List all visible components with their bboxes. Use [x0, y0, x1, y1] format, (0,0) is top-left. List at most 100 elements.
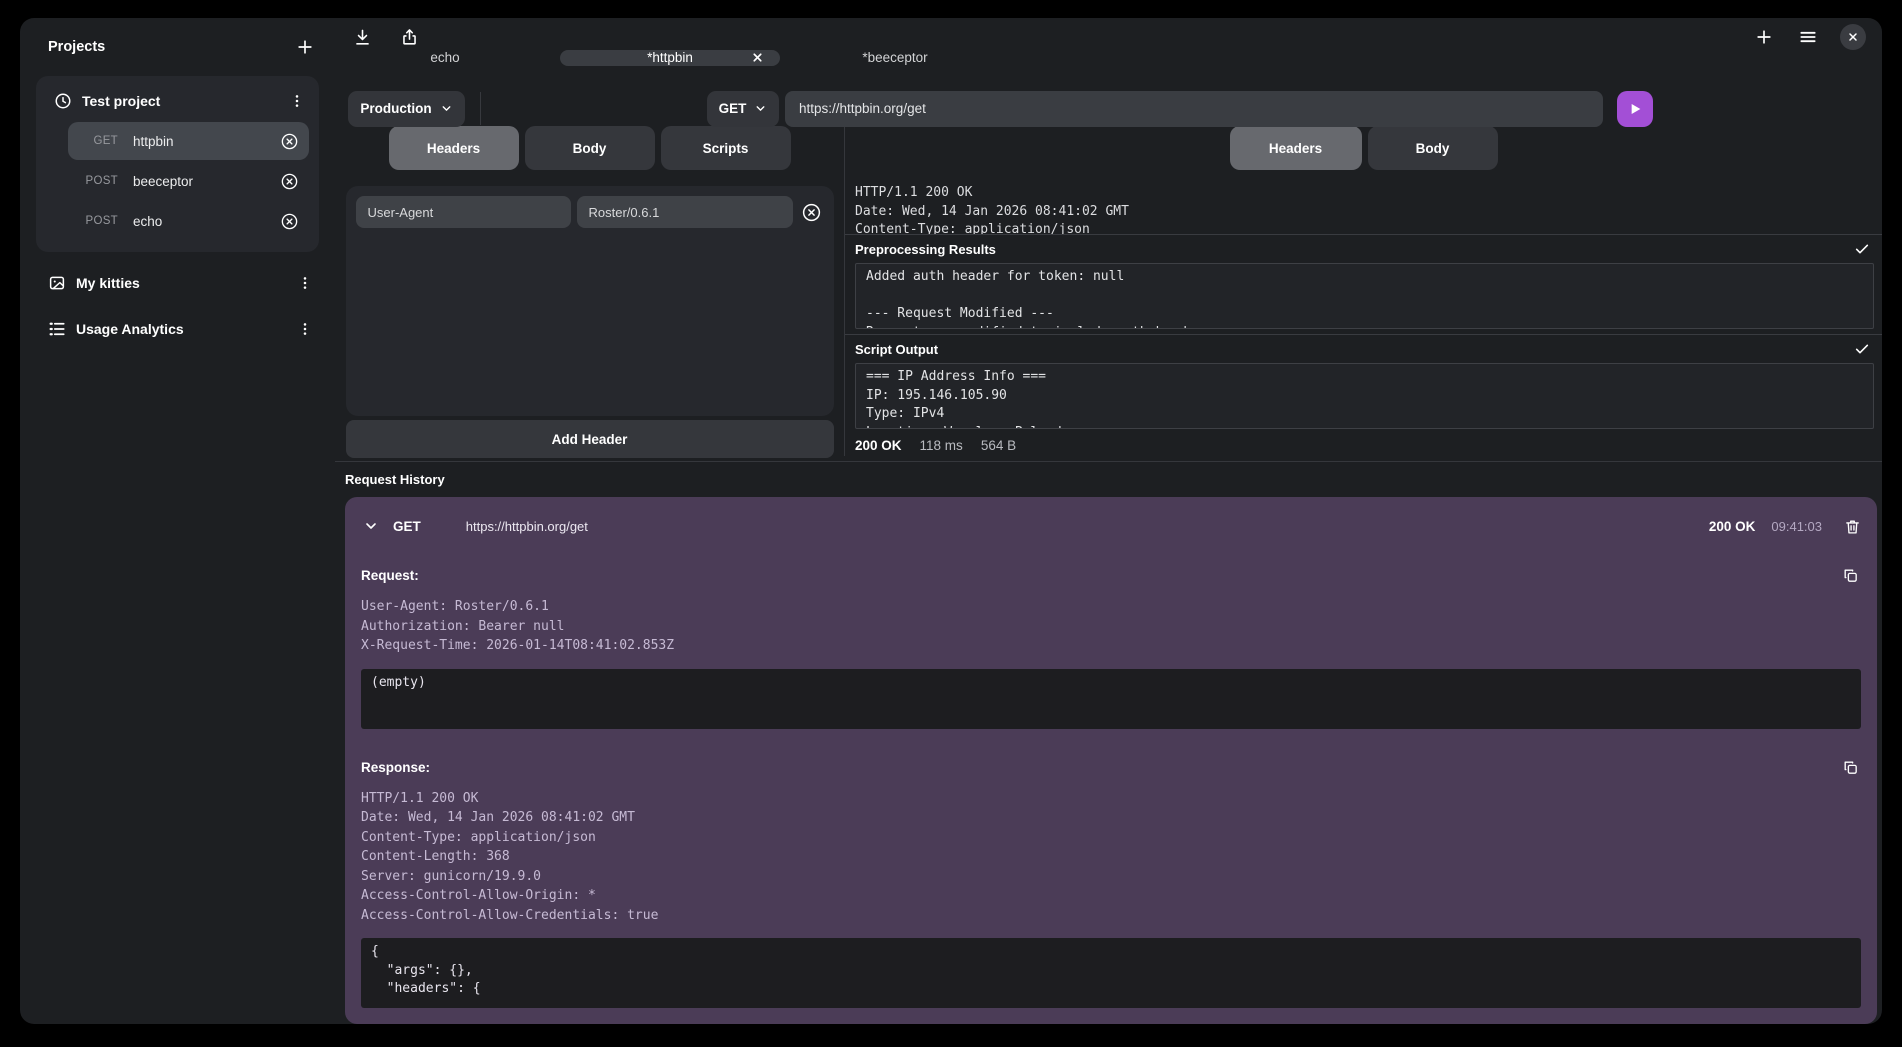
status-size: 564 B: [981, 438, 1016, 453]
send-request-button[interactable]: [1617, 91, 1653, 127]
export-button[interactable]: [398, 26, 421, 49]
request-name: beeceptor: [133, 174, 193, 189]
project-row-usage-analytics[interactable]: Usage Analytics: [36, 314, 319, 344]
delete-request-button[interactable]: [278, 170, 301, 193]
header-key-input[interactable]: [356, 196, 571, 228]
request-label: Request:: [361, 568, 419, 583]
editor-response-columns: Headers Body Scripts Add: [335, 118, 1882, 456]
close-tab-button[interactable]: [751, 51, 764, 64]
history-status: 200 OK: [1709, 519, 1756, 534]
script-output-section-header: Script Output: [845, 334, 1882, 361]
circle-x-icon: [280, 212, 299, 231]
toolbar: [335, 24, 1882, 50]
project-name: Usage Analytics: [76, 321, 184, 337]
add-header-button[interactable]: Add Header: [346, 420, 834, 458]
preprocessing-output: Added auth header for token: null --- Re…: [855, 263, 1874, 329]
environment-dropdown[interactable]: Production: [348, 91, 465, 127]
clock-icon: [54, 92, 72, 110]
status-code: 200 OK: [855, 438, 902, 453]
circle-x-icon: [280, 132, 299, 151]
request-item-echo[interactable]: POST echo: [68, 202, 309, 240]
sidebar-title: Projects: [48, 39, 105, 55]
history-entry-summary[interactable]: GET https://httpbin.org/get 200 OK 09:41…: [361, 511, 1861, 541]
play-icon: [1627, 101, 1643, 117]
project-menu-button[interactable]: [295, 319, 315, 339]
sidebar-header: Projects: [36, 34, 319, 60]
tab-response-body[interactable]: Body: [1368, 126, 1498, 170]
response-status-bar: 200 OK 118 ms 564 B: [855, 438, 1882, 453]
image-icon: [48, 274, 66, 292]
menu-button[interactable]: [1796, 25, 1820, 49]
kebab-icon: [289, 93, 305, 109]
project-group-test-project: Test project GET httpbin: [36, 76, 319, 252]
script-output-text: === IP Address Info === IP: 195.146.105.…: [855, 363, 1874, 429]
delete-request-button[interactable]: [278, 130, 301, 153]
copy-icon: [1842, 759, 1859, 776]
tab-echo[interactable]: echo: [335, 50, 555, 66]
chevron-down-icon: [363, 518, 379, 534]
tab-response-headers[interactable]: Headers: [1230, 126, 1362, 170]
history-response-headers: HTTP/1.1 200 OK Date: Wed, 14 Jan 2026 0…: [361, 789, 1861, 926]
project-name: My kitties: [76, 275, 140, 291]
request-name: echo: [133, 214, 162, 229]
hamburger-icon: [1798, 27, 1818, 47]
copy-response-button[interactable]: [1842, 759, 1859, 776]
collapse-entry-button[interactable]: [361, 516, 381, 536]
history-request-headers: User-Agent: Roster/0.6.1 Authorization: …: [361, 597, 1861, 656]
request-item-httpbin[interactable]: GET httpbin: [68, 122, 309, 160]
request-editor-panel: Headers Body Scripts Add: [335, 118, 845, 456]
project-menu-button[interactable]: [295, 273, 315, 293]
header-value-input[interactable]: [577, 196, 793, 228]
sidebar: Projects Test project: [20, 18, 335, 1024]
response-tabs: Headers Body: [845, 126, 1882, 170]
add-project-button[interactable]: [293, 35, 317, 59]
plus-icon: [295, 37, 315, 57]
trash-icon: [1844, 518, 1861, 535]
download-icon: [353, 28, 372, 47]
request-history-section: Request History GET https://httpbin.org/…: [335, 461, 1882, 1024]
history-response-header: Response:: [361, 759, 1861, 776]
delete-history-entry-button[interactable]: [1844, 518, 1861, 535]
check-icon: [1854, 241, 1870, 257]
project-menu-button[interactable]: [287, 91, 307, 111]
copy-request-button[interactable]: [1842, 567, 1859, 584]
method-dropdown[interactable]: GET: [707, 91, 779, 127]
request-item-beeceptor[interactable]: POST beeceptor: [68, 162, 309, 200]
toolbar-left: [351, 26, 421, 49]
preprocessing-title: Preprocessing Results: [855, 242, 996, 257]
response-panel: Headers Body HTTP/1.1 200 OK Date: Wed, …: [845, 118, 1882, 456]
project-row-test-project[interactable]: Test project: [46, 86, 309, 116]
request-editor-tabs: Headers Body Scripts: [335, 126, 844, 170]
delete-header-button[interactable]: [799, 200, 824, 225]
url-input[interactable]: [785, 91, 1603, 127]
main-area: echo *httpbin *beeceptor Production: [335, 18, 1882, 1024]
new-tab-button[interactable]: [1752, 25, 1776, 49]
circle-x-icon: [801, 202, 822, 223]
history-request-body: (empty): [361, 669, 1861, 729]
tab-scripts[interactable]: Scripts: [661, 126, 791, 170]
request-method: POST: [74, 215, 118, 227]
tab-httpbin[interactable]: *httpbin: [560, 50, 780, 66]
window-close-button[interactable]: [1840, 24, 1866, 50]
check-icon: [1854, 341, 1870, 357]
tab-beeceptor[interactable]: *beeceptor: [785, 50, 1005, 66]
tab-label: *beeceptor: [862, 50, 927, 65]
preprocessing-section-header: Preprocessing Results: [845, 234, 1882, 261]
history-response-body: { "args": {}, "headers": {: [361, 938, 1861, 1008]
project-request-list: GET httpbin POST beeceptor: [68, 122, 309, 240]
history-time: 09:41:03: [1771, 519, 1822, 534]
project-row-my-kitties[interactable]: My kitties: [36, 268, 319, 298]
request-history-title: Request History: [345, 472, 1881, 487]
import-button[interactable]: [351, 26, 374, 49]
response-headers-text: HTTP/1.1 200 OK Date: Wed, 14 Jan 2026 0…: [855, 184, 1882, 234]
tab-headers[interactable]: Headers: [389, 126, 519, 170]
delete-request-button[interactable]: [278, 210, 301, 233]
kebab-icon: [297, 275, 313, 291]
environment-label: Production: [360, 101, 431, 116]
share-icon: [400, 28, 419, 47]
header-row: [356, 196, 824, 228]
list-icon: [48, 320, 66, 338]
close-icon: [1847, 31, 1859, 43]
tab-body[interactable]: Body: [525, 126, 655, 170]
circle-x-icon: [280, 172, 299, 191]
